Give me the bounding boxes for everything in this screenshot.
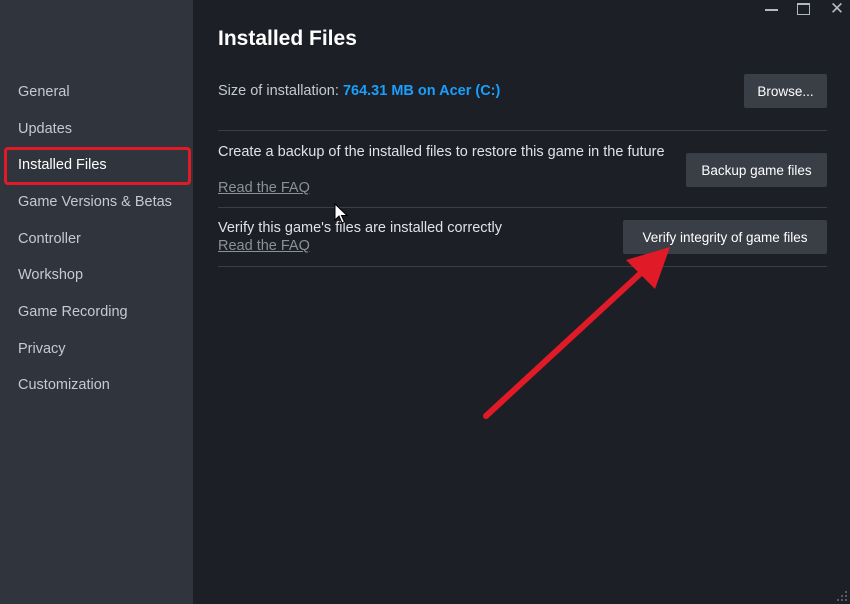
annotation-arrow-icon bbox=[483, 247, 670, 419]
resize-grip-icon[interactable] bbox=[836, 590, 848, 602]
